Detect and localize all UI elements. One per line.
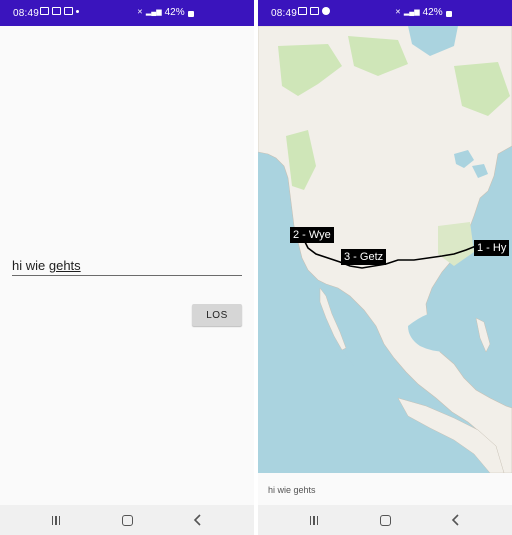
map-view[interactable]: 2 - Wye 3 - Getz 1 - Hy xyxy=(258,26,512,473)
image-icon xyxy=(310,7,319,15)
route-marker-3[interactable]: 3 - Getz xyxy=(341,249,387,265)
app-screen-map: 08:49 ✕ ▂▄▆ 42% 2 - Wye 3 - Getz 1 - Hy … xyxy=(258,0,512,535)
route-marker-1[interactable]: 1 - Hy xyxy=(474,240,510,256)
navigation-bar xyxy=(258,505,512,535)
home-icon[interactable] xyxy=(370,511,400,529)
screen-icon xyxy=(298,7,307,15)
signal-icon: ▂▄▆ xyxy=(403,8,420,16)
image-icon xyxy=(64,7,73,15)
gallery-icon xyxy=(40,7,49,15)
text-input[interactable]: hi wie gehts xyxy=(12,256,242,276)
mute-icon: ✕ xyxy=(137,8,143,16)
input-text-composing: gehts xyxy=(48,258,81,273)
battery-percent: 42% xyxy=(164,7,185,18)
back-icon[interactable] xyxy=(441,511,471,529)
app-notification-icon xyxy=(322,7,330,15)
status-time: 08:49 xyxy=(13,8,40,19)
navigation-bar xyxy=(0,505,254,535)
battery-percent: 42% xyxy=(422,7,443,18)
status-time: 08:49 xyxy=(271,8,298,19)
route-marker-2[interactable]: 2 - Wye xyxy=(290,227,334,243)
notification-dot-icon xyxy=(76,9,79,13)
battery-icon xyxy=(445,10,452,17)
home-icon[interactable] xyxy=(112,511,142,529)
los-button[interactable]: LOS xyxy=(192,304,242,326)
status-bar: 08:49 ✕ ▂▄▆ 42% xyxy=(0,0,254,26)
battery-icon xyxy=(187,10,194,17)
recent-apps-icon[interactable] xyxy=(299,511,329,529)
status-bar: 08:49 ✕ ▂▄▆ 42% xyxy=(258,0,512,26)
mute-icon: ✕ xyxy=(395,8,401,16)
signal-icon: ▂▄▆ xyxy=(145,8,162,16)
app-screen-input: 08:49 ✕ ▂▄▆ 42% hi wie gehts LOS xyxy=(0,0,254,535)
input-text: hi wie xyxy=(12,258,49,273)
back-icon[interactable] xyxy=(183,511,213,529)
input-echo-text: hi wie gehts xyxy=(258,473,512,505)
screen-icon xyxy=(52,7,61,15)
recent-apps-icon[interactable] xyxy=(41,511,71,529)
